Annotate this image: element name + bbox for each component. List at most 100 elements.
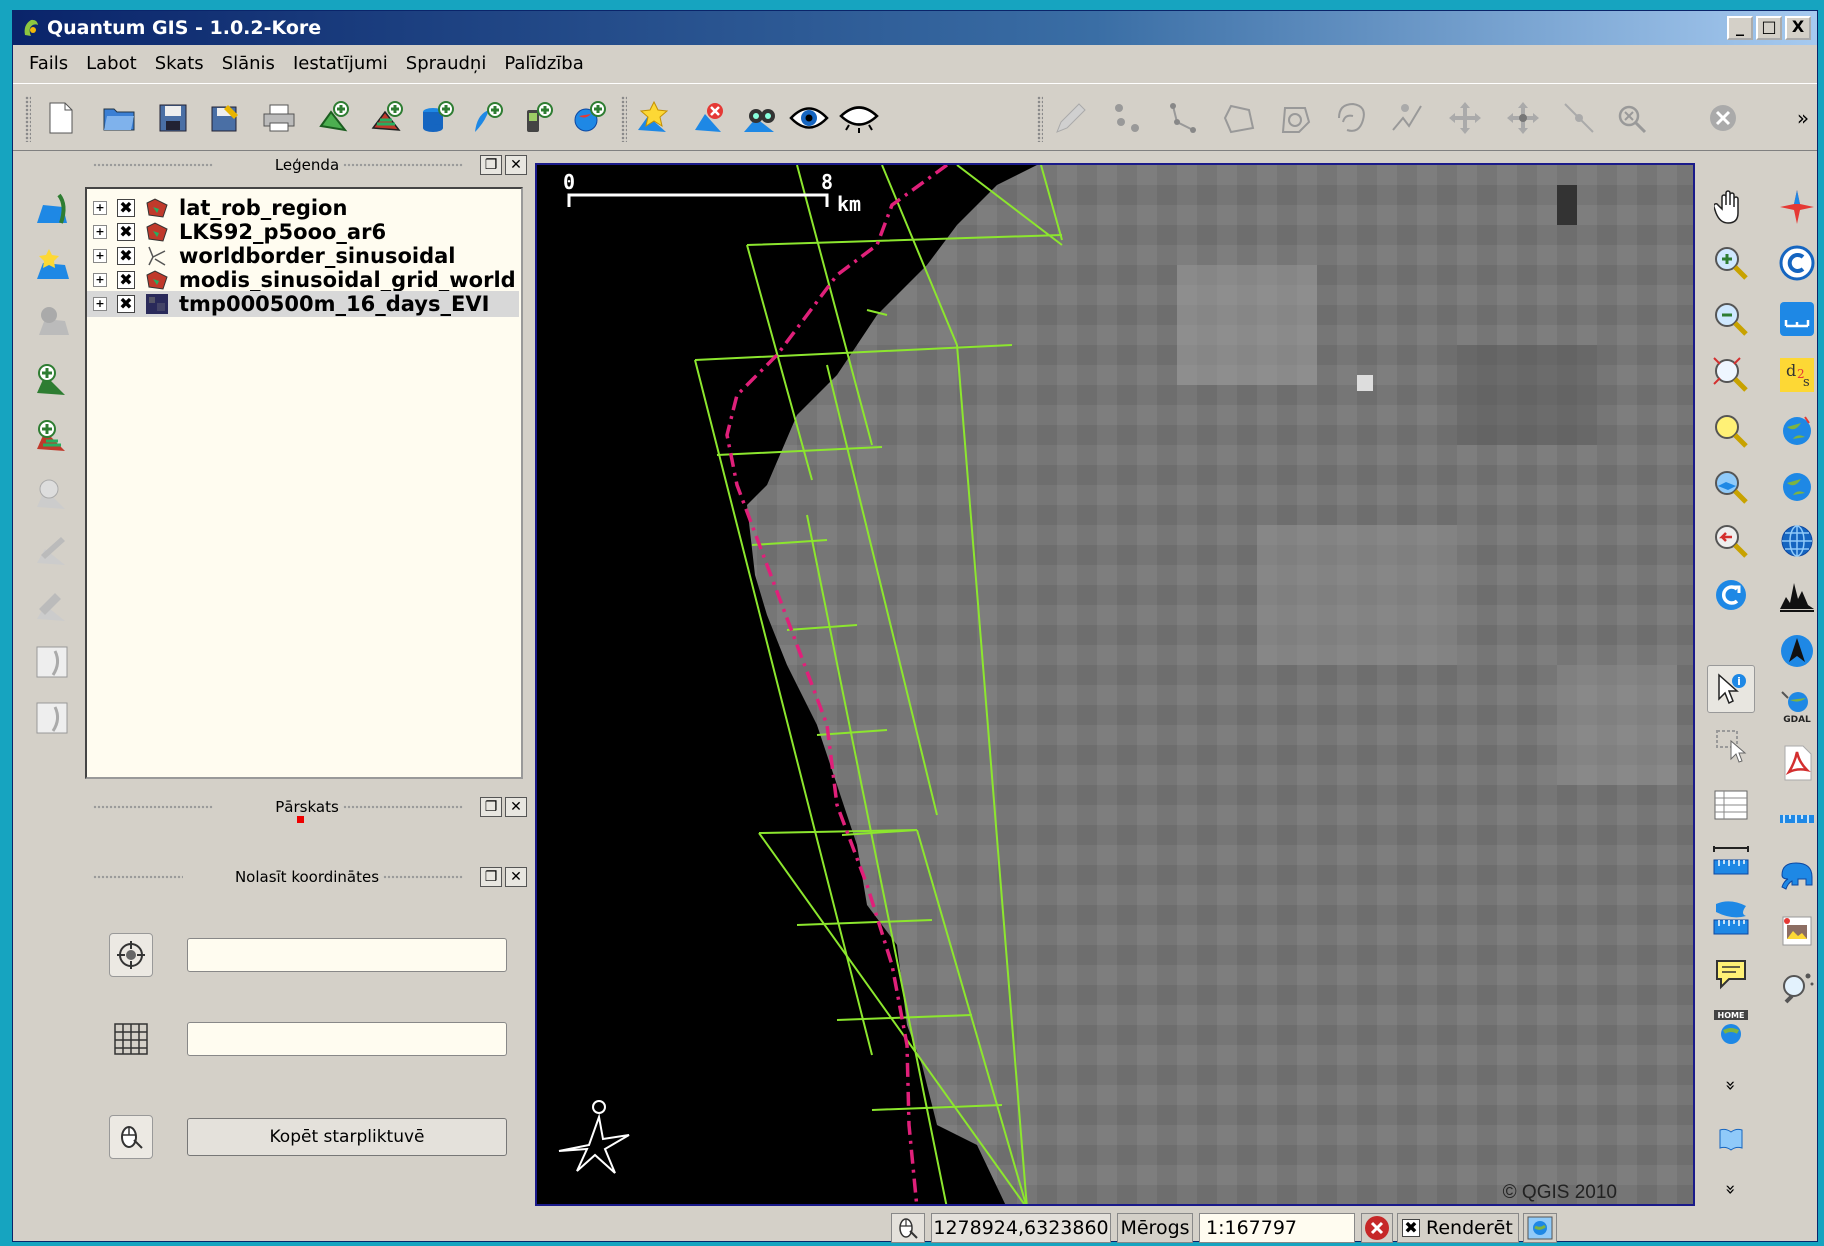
zoom-layer-button[interactable] (1707, 463, 1755, 511)
delete-vertex-button[interactable] (1613, 98, 1653, 138)
capture-coordinate-button[interactable] (109, 933, 153, 977)
refresh-button[interactable] (1707, 571, 1755, 619)
stop-render-button[interactable] (1361, 1213, 1393, 1243)
minimize-button[interactable]: _ (1727, 16, 1753, 40)
remove-layer-side-button[interactable] (31, 301, 73, 343)
expand-toggle[interactable]: + (93, 273, 107, 287)
legend-layer-item-selected[interactable]: + ✖ tmp000500m_16_days_EVI (87, 291, 519, 317)
menu-layer[interactable]: Slānis (222, 53, 275, 74)
legend-layer-item[interactable]: + ✖ modis_sinusoidal_grid_world (93, 267, 516, 293)
add-island-button[interactable] (1331, 98, 1371, 138)
toggle-editing-button[interactable] (1051, 98, 1091, 138)
toolbar-grip[interactable] (621, 96, 627, 142)
toolbar-grip[interactable] (1037, 96, 1043, 142)
home-extent-button[interactable]: HOME (1707, 1003, 1755, 1051)
identify-button[interactable]: i (1707, 665, 1755, 713)
new-bookmark-button[interactable] (633, 98, 673, 138)
expand-toggle[interactable]: + (93, 297, 107, 311)
tracking-button[interactable] (109, 1115, 153, 1159)
measure-area-button[interactable] (1707, 893, 1755, 941)
remove-layer-button[interactable] (689, 98, 729, 138)
toolbar-grip[interactable] (25, 96, 31, 142)
zoom-full-button[interactable] (1707, 351, 1755, 399)
close-button[interactable]: X (1785, 16, 1811, 40)
add-raster-side-button[interactable] (31, 415, 73, 457)
close-panel-button[interactable]: ✕ (505, 867, 527, 887)
capture-polygon-button[interactable] (1219, 98, 1259, 138)
north-plugin-button[interactable] (1773, 627, 1821, 675)
layer-visibility-checkbox[interactable]: ✖ (117, 295, 135, 313)
menu-view[interactable]: Skats (155, 53, 204, 74)
graticule-plugin-button[interactable] (1773, 517, 1821, 565)
menu-help[interactable]: Palīdzība (504, 53, 583, 74)
add-vector-layer-button[interactable] (313, 98, 353, 138)
help-toolbar-overflow-button[interactable]: » (1707, 1165, 1755, 1213)
open-project-button[interactable] (99, 98, 139, 138)
zoom-in-button[interactable] (1707, 239, 1755, 287)
zoom-search-plugin-button[interactable] (1773, 963, 1821, 1011)
gps-plugin-button[interactable] (1773, 463, 1821, 511)
legend-layer-item[interactable]: + ✖ LKS92_p5ooo_ar6 (93, 219, 386, 245)
layer-properties-button[interactable] (31, 473, 73, 515)
layer-visibility-checkbox[interactable]: ✖ (117, 223, 135, 241)
projection-button[interactable] (1523, 1213, 1557, 1243)
menu-edit[interactable]: Labot (86, 53, 137, 74)
move-feature-button[interactable] (1445, 98, 1485, 138)
render-checkbox[interactable]: ✖ (1402, 1219, 1420, 1237)
expand-toggle[interactable]: + (93, 249, 107, 263)
add-ring-button[interactable] (1275, 98, 1315, 138)
capture-line-button[interactable] (1163, 98, 1203, 138)
save-project-button[interactable] (153, 98, 193, 138)
edit-layer-button[interactable] (31, 529, 73, 571)
render-toggle[interactable]: ✖ Renderēt (1397, 1213, 1519, 1243)
menu-settings[interactable]: Iestatījumi (293, 53, 388, 74)
gdal-tools-button[interactable]: GDAL (1773, 683, 1821, 731)
float-panel-button[interactable]: ❐ (480, 155, 502, 175)
add-raster-layer-button[interactable] (367, 98, 407, 138)
georeferencer-plugin-button[interactable] (1773, 407, 1821, 455)
add-vertex-button[interactable] (1559, 98, 1599, 138)
zoom-last-button[interactable] (1707, 517, 1755, 565)
help-book-button[interactable] (1707, 1115, 1755, 1163)
close-panel-button[interactable]: ✕ (505, 155, 527, 175)
digitize-layer-button[interactable] (31, 585, 73, 627)
query-layer-button[interactable] (31, 697, 73, 739)
zoom-selection-button[interactable] (1707, 407, 1755, 455)
expand-toggle[interactable]: + (93, 225, 107, 239)
add-gps-layer-button[interactable] (517, 98, 557, 138)
save-as-button[interactable] (205, 98, 245, 138)
menu-file[interactable]: Fails (29, 53, 68, 74)
coordinate-mode-button[interactable] (891, 1213, 925, 1243)
measure-line-button[interactable] (1707, 837, 1755, 885)
toolbar-overflow-button[interactable]: » (1791, 98, 1815, 138)
north-arrow-plugin-button[interactable] (1773, 183, 1821, 231)
layer-visibility-checkbox[interactable]: ✖ (117, 271, 135, 289)
add-spatialite-layer-button[interactable] (467, 98, 507, 138)
map-tips-button[interactable] (1707, 949, 1755, 997)
scalebar-plugin-button[interactable] (1773, 295, 1821, 343)
copyright-plugin-button[interactable] (1773, 239, 1821, 287)
map-canvas[interactable]: 0 8 km © QGIS 2010 (535, 163, 1695, 1206)
elephant-plugin-button[interactable] (1773, 851, 1821, 899)
maximize-button[interactable]: □ (1756, 16, 1782, 40)
pdf-export-button[interactable] (1773, 739, 1821, 787)
toggle-overview-button[interactable] (741, 98, 781, 138)
histogram-plugin-button[interactable] (1773, 571, 1821, 619)
add-postgis-layer-button[interactable] (417, 98, 457, 138)
add-layer-button[interactable] (31, 189, 73, 231)
float-panel-button[interactable]: ❐ (480, 867, 502, 887)
new-project-button[interactable] (41, 98, 81, 138)
close-panel-button[interactable]: ✕ (505, 797, 527, 817)
map-crs-coordinate-field[interactable] (187, 938, 507, 972)
layer-visibility-checkbox[interactable]: ✖ (117, 247, 135, 265)
show-all-layers-button[interactable] (789, 98, 829, 138)
select-features-button[interactable] (1707, 721, 1755, 769)
nav-toolbar-overflow-button[interactable]: » (1707, 1061, 1755, 1109)
dxf2shp-plugin-button[interactable]: d2s (1773, 351, 1821, 399)
print-image-plugin-button[interactable] (1773, 907, 1821, 955)
menu-plugins[interactable]: Spraudņi (406, 53, 487, 74)
legend-layer-item[interactable]: + ✖ worldborder_sinusoidal (93, 243, 456, 269)
add-vector-side-button[interactable] (31, 359, 73, 401)
split-features-button[interactable] (1387, 98, 1427, 138)
add-wms-layer-button[interactable] (569, 98, 609, 138)
